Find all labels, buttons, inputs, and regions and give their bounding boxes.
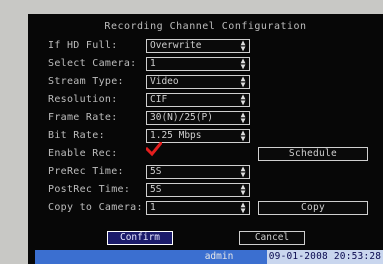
up-down-arrow-icon[interactable]: ▲ ▼ bbox=[239, 39, 247, 53]
label-copy-to-camera: Copy to Camera: bbox=[48, 202, 143, 213]
bit-rate-value: 1.25 Mbps bbox=[150, 130, 202, 141]
frame-rate-select[interactable]: 30(N)/25(P) ▲ ▼ bbox=[146, 111, 250, 125]
dialog-title: Recording Channel Configuration bbox=[104, 21, 307, 32]
label-if-hd-full: If HD Full: bbox=[48, 40, 118, 51]
resolution-value: CIF bbox=[150, 94, 168, 105]
up-down-arrow-icon[interactable]: ▲ ▼ bbox=[239, 57, 247, 71]
confirm-button[interactable]: Confirm bbox=[107, 231, 173, 245]
frame-rate-value: 30(N)/25(P) bbox=[150, 112, 213, 123]
up-down-arrow-icon[interactable]: ▲ ▼ bbox=[239, 93, 247, 107]
status-datetime: 09-01-2008 20:53:28 bbox=[267, 250, 383, 264]
label-prerec-time: PreRec Time: bbox=[48, 166, 124, 177]
label-resolution: Resolution: bbox=[48, 94, 118, 105]
schedule-button[interactable]: Schedule bbox=[258, 147, 368, 161]
postrec-time-value: 5S bbox=[150, 184, 162, 195]
prerec-time-select[interactable]: 5S ▲ ▼ bbox=[146, 165, 250, 179]
select-camera-select[interactable]: 1 ▲ ▼ bbox=[146, 57, 250, 71]
up-down-arrow-icon[interactable]: ▲ ▼ bbox=[239, 201, 247, 215]
select-camera-value: 1 bbox=[150, 58, 156, 69]
enable-rec-checkmark-icon[interactable] bbox=[146, 142, 162, 157]
label-enable-rec: Enable Rec: bbox=[48, 148, 118, 159]
if-hd-full-value: Overwrite bbox=[150, 40, 202, 51]
up-down-arrow-icon[interactable]: ▲ ▼ bbox=[239, 183, 247, 197]
dvr-screen: Recording Channel Configuration If HD Fu… bbox=[28, 14, 383, 264]
status-user: admin bbox=[204, 251, 234, 262]
up-down-arrow-icon[interactable]: ▲ ▼ bbox=[239, 75, 247, 89]
copy-to-camera-select[interactable]: 1 ▲ ▼ bbox=[146, 201, 250, 215]
cancel-button[interactable]: Cancel bbox=[239, 231, 305, 245]
prerec-time-value: 5S bbox=[150, 166, 162, 177]
copy-button[interactable]: Copy bbox=[258, 201, 368, 215]
label-select-camera: Select Camera: bbox=[48, 58, 137, 69]
resolution-select[interactable]: CIF ▲ ▼ bbox=[146, 93, 250, 107]
up-down-arrow-icon[interactable]: ▲ ▼ bbox=[239, 129, 247, 143]
bit-rate-select[interactable]: 1.25 Mbps ▲ ▼ bbox=[146, 129, 250, 143]
if-hd-full-select[interactable]: Overwrite ▲ ▼ bbox=[146, 39, 250, 53]
label-stream-type: Stream Type: bbox=[48, 76, 124, 87]
stream-type-select[interactable]: Video ▲ ▼ bbox=[146, 75, 250, 89]
stream-type-value: Video bbox=[150, 76, 179, 87]
status-bar: admin 09-01-2008 20:53:28 bbox=[35, 250, 383, 264]
postrec-time-select[interactable]: 5S ▲ ▼ bbox=[146, 183, 250, 197]
label-bit-rate: Bit Rate: bbox=[48, 130, 105, 141]
label-frame-rate: Frame Rate: bbox=[48, 112, 118, 123]
copy-to-camera-value: 1 bbox=[150, 202, 156, 213]
up-down-arrow-icon[interactable]: ▲ ▼ bbox=[239, 165, 247, 179]
label-postrec-time: PostRec Time: bbox=[48, 184, 131, 195]
up-down-arrow-icon[interactable]: ▲ ▼ bbox=[239, 111, 247, 125]
